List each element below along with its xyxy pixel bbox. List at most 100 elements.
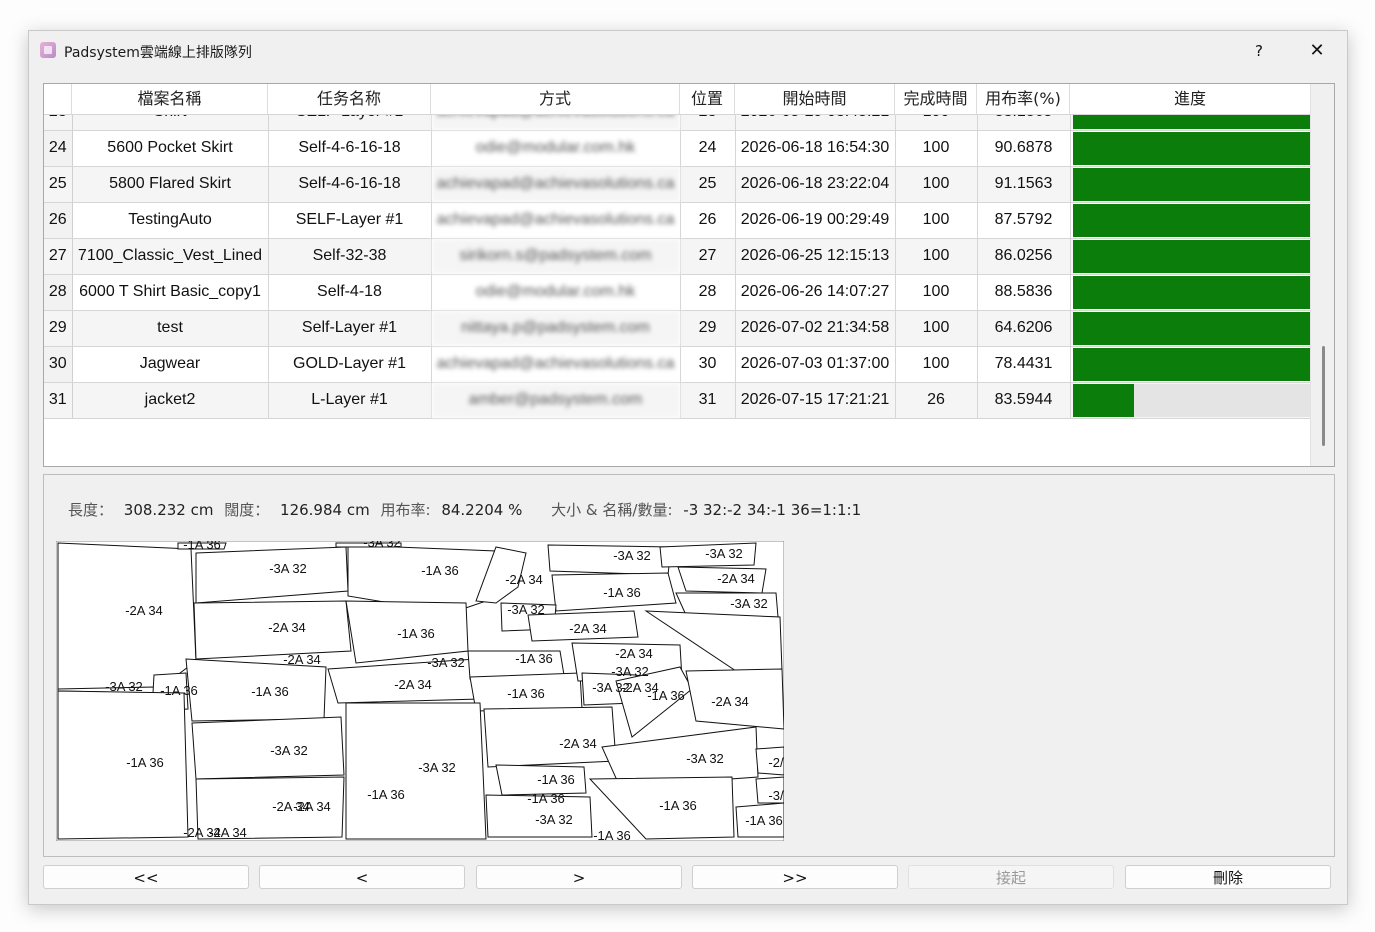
start-time-cell[interactable]: 2026-06-25 12:15:13: [735, 238, 896, 275]
usage-cell[interactable]: 91.1563: [977, 166, 1071, 203]
file-name-cell[interactable]: jacket2: [72, 382, 269, 419]
position-cell[interactable]: 30: [680, 346, 736, 383]
task-name-cell[interactable]: SELF-Layer #1: [268, 202, 432, 239]
table-row[interactable]: 27 7100_Classic_Vest_Lined Self-32-38 sirik…: [44, 238, 1314, 275]
start-time-cell[interactable]: 2026-06-19 00:29:49: [735, 202, 896, 239]
table-row[interactable]: 24 5600 Pocket Skirt Self-4-6-16-18 odie@mo…: [44, 130, 1314, 167]
next-page-button[interactable]: >: [476, 865, 682, 889]
finish-time-cell[interactable]: 100: [895, 346, 978, 383]
finish-time-cell[interactable]: 100: [895, 202, 978, 239]
row-number-cell[interactable]: 27: [44, 238, 73, 275]
scrollbar-thumb[interactable]: [1322, 346, 1325, 446]
method-cell[interactable]: odie@modular.com.hk: [431, 274, 681, 311]
progress-cell[interactable]: [1070, 274, 1314, 311]
row-number-cell[interactable]: 30: [44, 346, 73, 383]
method-cell[interactable]: sirikorn.s@padsystem.com: [431, 238, 681, 275]
start-time-cell[interactable]: 2026-07-02 21:34:58: [735, 310, 896, 347]
close-icon[interactable]: ✕: [1295, 35, 1339, 67]
start-time-cell[interactable]: 2026-06-18 23:22:04: [735, 166, 896, 203]
prev-page-button[interactable]: <: [259, 865, 465, 889]
progress-cell[interactable]: [1070, 238, 1314, 275]
usage-label: 用布率:: [380, 501, 431, 519]
last-page-button[interactable]: >>: [692, 865, 898, 889]
position-cell[interactable]: 29: [680, 310, 736, 347]
position-cell[interactable]: 27: [680, 238, 736, 275]
table-scrollbar[interactable]: [1310, 84, 1334, 466]
position-cell[interactable]: 24: [680, 130, 736, 167]
usage-cell[interactable]: 64.6206: [977, 310, 1071, 347]
finish-time-cell[interactable]: 26: [895, 382, 978, 419]
task-name-cell[interactable]: Self-Layer #1: [268, 310, 432, 347]
progress-cell[interactable]: [1070, 166, 1314, 203]
method-cell[interactable]: achievapad@achievasolutions.ca: [431, 166, 681, 203]
finish-time-cell[interactable]: 100: [895, 238, 978, 275]
header-task-name[interactable]: 任务名称: [268, 84, 431, 114]
resume-button[interactable]: 接起: [908, 865, 1114, 889]
task-name-cell[interactable]: Self-4-6-16-18: [268, 130, 432, 167]
header-finish-time[interactable]: 完成時間: [895, 84, 977, 114]
start-time-cell[interactable]: 2026-06-26 14:07:27: [735, 274, 896, 311]
row-number-cell[interactable]: 25: [44, 166, 73, 203]
method-cell[interactable]: amber@padsystem.com: [431, 382, 681, 419]
row-number-cell[interactable]: 28: [44, 274, 73, 311]
header-method[interactable]: 方式: [431, 84, 680, 114]
progress-cell[interactable]: [1070, 310, 1314, 347]
file-name-cell[interactable]: 6000 T Shirt Basic_copy1: [72, 274, 269, 311]
task-name-cell[interactable]: L-Layer #1: [268, 382, 432, 419]
row-number-cell[interactable]: 31: [44, 382, 73, 419]
finish-time-cell[interactable]: 100: [895, 274, 978, 311]
usage-cell[interactable]: 78.4431: [977, 346, 1071, 383]
table-row[interactable]: 25 5800 Flared Skirt Self-4-6-16-18 achieva…: [44, 166, 1314, 203]
header-progress[interactable]: 進度: [1070, 84, 1311, 114]
start-time-cell[interactable]: 2026-07-03 01:37:00: [735, 346, 896, 383]
method-cell[interactable]: achievapad@achievasolutions.ca: [431, 202, 681, 239]
task-name-cell[interactable]: Self-4-6-16-18: [268, 166, 432, 203]
usage-cell[interactable]: 86.0256: [977, 238, 1071, 275]
first-page-button[interactable]: <<: [43, 865, 249, 889]
position-cell[interactable]: 28: [680, 274, 736, 311]
task-name-cell[interactable]: Self-4-18: [268, 274, 432, 311]
method-cell[interactable]: nittaya.p@padsystem.com: [431, 310, 681, 347]
task-name-cell[interactable]: GOLD-Layer #1: [268, 346, 432, 383]
row-number-cell[interactable]: 26: [44, 202, 73, 239]
progress-cell[interactable]: [1070, 382, 1314, 419]
start-time-cell[interactable]: 2026-07-15 17:21:21: [735, 382, 896, 419]
table-row[interactable]: 31 jacket2 L-Layer #1 amber@padsystem.com 31…: [44, 382, 1314, 419]
table-row[interactable]: 26 TestingAuto SELF-Layer #1 achievapad@ach…: [44, 202, 1314, 239]
usage-cell[interactable]: 90.6878: [977, 130, 1071, 167]
finish-time-cell[interactable]: 100: [895, 310, 978, 347]
finish-time-cell[interactable]: 100: [895, 130, 978, 167]
help-button[interactable]: ?: [1239, 35, 1279, 67]
progress-cell[interactable]: [1070, 130, 1314, 167]
file-name-cell[interactable]: Jagwear: [72, 346, 269, 383]
task-name-cell[interactable]: Self-32-38: [268, 238, 432, 275]
position-cell[interactable]: 31: [680, 382, 736, 419]
file-name-cell[interactable]: 5800 Flared Skirt: [72, 166, 269, 203]
progress-cell[interactable]: [1070, 346, 1314, 383]
row-number-cell[interactable]: 29: [44, 310, 73, 347]
usage-cell[interactable]: 87.5792: [977, 202, 1071, 239]
header-file-name[interactable]: 檔案名稱: [72, 84, 268, 114]
file-name-cell[interactable]: 5600 Pocket Skirt: [72, 130, 269, 167]
progress-cell[interactable]: [1070, 202, 1314, 239]
usage-cell[interactable]: 88.5836: [977, 274, 1071, 311]
delete-button[interactable]: 刪除: [1125, 865, 1331, 889]
header-position[interactable]: 位置: [680, 84, 735, 114]
position-cell[interactable]: 26: [680, 202, 736, 239]
finish-time-cell[interactable]: 100: [895, 166, 978, 203]
file-name-cell[interactable]: TestingAuto: [72, 202, 269, 239]
method-cell[interactable]: odie@modular.com.hk: [431, 130, 681, 167]
method-cell[interactable]: achievapad@achievasolutions.ca: [431, 346, 681, 383]
file-name-cell[interactable]: test: [72, 310, 269, 347]
header-start-time[interactable]: 開始時間: [735, 84, 895, 114]
header-usage[interactable]: 用布率(%): [977, 84, 1070, 114]
position-cell[interactable]: 25: [680, 166, 736, 203]
start-time-cell[interactable]: 2026-06-18 16:54:30: [735, 130, 896, 167]
usage-cell[interactable]: 83.5944: [977, 382, 1071, 419]
table-row[interactable]: 30 Jagwear GOLD-Layer #1 achievapad@achieva…: [44, 346, 1314, 383]
table-row[interactable]: 29 test Self-Layer #1 nittaya.p@padsystem.c…: [44, 310, 1314, 347]
file-name-cell[interactable]: 7100_Classic_Vest_Lined: [72, 238, 269, 275]
table-row[interactable]: 28 6000 T Shirt Basic_copy1 Self-4-18 odie@…: [44, 274, 1314, 311]
marker-label: -1A 36: [745, 813, 783, 828]
row-number-cell[interactable]: 24: [44, 130, 73, 167]
